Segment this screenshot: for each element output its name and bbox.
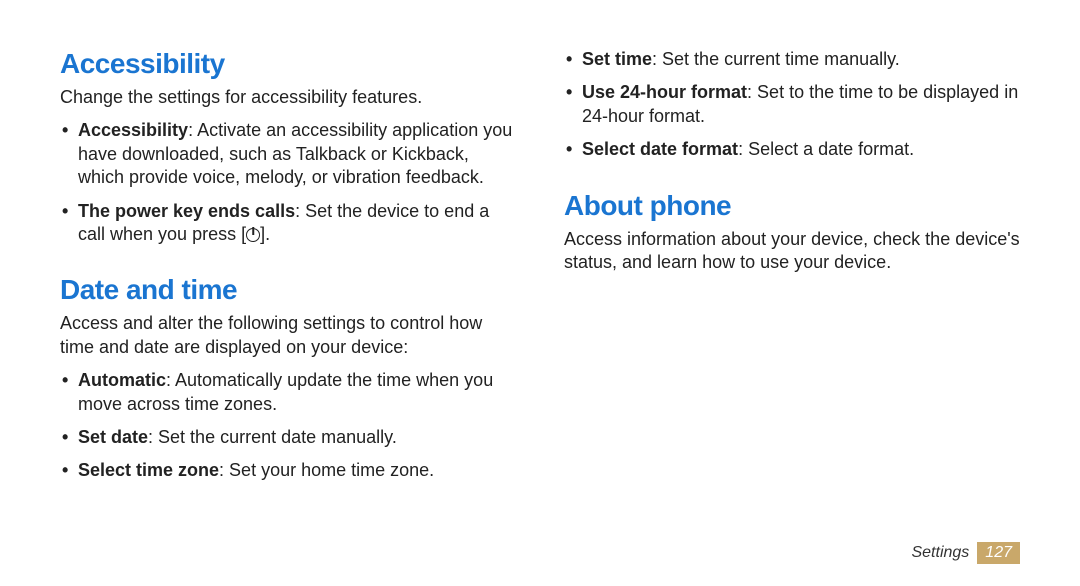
item-text-after: ]. (260, 224, 270, 244)
item-text: : Set the current date manually. (148, 427, 397, 447)
item-bold: Set time (582, 49, 652, 69)
heading-date-time: Date and time (60, 274, 516, 306)
left-column: Accessibility Change the settings for ac… (60, 48, 516, 556)
list-date-time: Automatic: Automatically update the time… (60, 369, 516, 483)
heading-accessibility: Accessibility (60, 48, 516, 80)
item-bold: Use 24-hour format (582, 82, 747, 102)
item-text: : Select a date format. (738, 139, 914, 159)
power-icon (246, 228, 260, 242)
page-footer: Settings 127 (911, 542, 1020, 564)
right-column: Set time: Set the current time manually.… (564, 48, 1020, 556)
heading-about-phone: About phone (564, 190, 1020, 222)
footer-section-label: Settings (911, 544, 969, 562)
page-content: Accessibility Change the settings for ac… (60, 48, 1020, 556)
list-item: The power key ends calls: Set the device… (78, 200, 516, 247)
list-item: Select date format: Select a date format… (582, 138, 1020, 161)
list-accessibility: Accessibility: Activate an accessibility… (60, 119, 516, 246)
item-bold: Set date (78, 427, 148, 447)
intro-accessibility: Change the settings for accessibility fe… (60, 86, 516, 109)
page-number: 127 (977, 542, 1020, 564)
list-item: Automatic: Automatically update the time… (78, 369, 516, 416)
list-item: Set time: Set the current time manually. (582, 48, 1020, 71)
item-bold: Select time zone (78, 460, 219, 480)
intro-date-time: Access and alter the following settings … (60, 312, 516, 359)
item-bold: The power key ends calls (78, 201, 295, 221)
item-bold: Automatic (78, 370, 166, 390)
item-bold: Select date format (582, 139, 738, 159)
list-item: Use 24-hour format: Set to the time to b… (582, 81, 1020, 128)
item-text: : Set your home time zone. (219, 460, 434, 480)
item-bold: Accessibility (78, 120, 188, 140)
list-item: Set date: Set the current date manually. (78, 426, 516, 449)
item-text: : Set the current time manually. (652, 49, 900, 69)
list-item: Accessibility: Activate an accessibility… (78, 119, 516, 189)
list-item: Select time zone: Set your home time zon… (78, 459, 516, 482)
list-date-time-cont: Set time: Set the current time manually.… (564, 48, 1020, 162)
intro-about-phone: Access information about your device, ch… (564, 228, 1020, 275)
